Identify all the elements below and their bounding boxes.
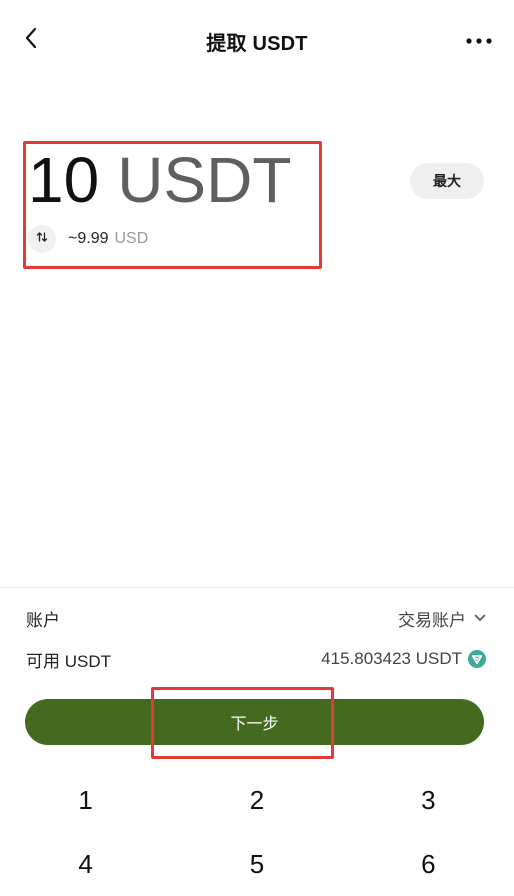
converted-amount-row: ~9.99 USD [28,224,148,254]
available-balance-row: 可用 USDT 415.803423 USDT [26,645,486,673]
keypad-key-2[interactable]: 2 [171,768,342,832]
keypad-row: 4 5 6 [0,832,514,896]
keypad-key-1[interactable]: 1 [0,768,171,832]
chevron-down-icon [474,614,486,622]
max-button[interactable]: 最大 [410,163,484,199]
tron-icon [468,650,486,668]
account-selector[interactable]: 交易账户 [398,606,486,631]
account-value: 交易账户 [398,610,466,630]
available-balance: 415.803423 USDT [321,649,486,669]
amount-display[interactable]: 10 USDT [28,144,291,216]
converted-currency: USD [114,230,149,247]
account-label: 账户 [26,610,60,630]
keypad-key-5[interactable]: 5 [171,832,342,896]
next-step-button[interactable]: 下一步 [25,699,484,745]
converted-value: ~9.99 [68,230,109,247]
swap-vertical-icon [35,230,49,249]
ellipsis-icon [466,31,492,49]
keypad-key-3[interactable]: 3 [343,768,514,832]
header: 提取 USDT [0,0,514,80]
amount-currency: USDT [117,144,292,216]
numeric-keypad: 1 2 3 4 5 6 [0,768,514,896]
amount-area: 10 USDT ~9.99 USD 最大 [0,120,514,290]
amount-value: 10 [28,144,100,216]
keypad-key-6[interactable]: 6 [343,832,514,896]
available-label: 可用 USDT [26,651,111,671]
page-title: 提取 USDT [206,33,308,55]
keypad-key-4[interactable]: 4 [0,832,171,896]
account-row: 账户 交易账户 [26,604,486,632]
available-value: 415.803423 USDT [321,649,462,668]
swap-currency-button[interactable] [28,225,56,253]
bottom-panel: 账户 交易账户 可用 USDT 415.803423 USDT 下一步 1 2 … [0,587,514,885]
keypad-row: 1 2 3 [0,768,514,832]
more-options-button[interactable] [462,28,496,52]
